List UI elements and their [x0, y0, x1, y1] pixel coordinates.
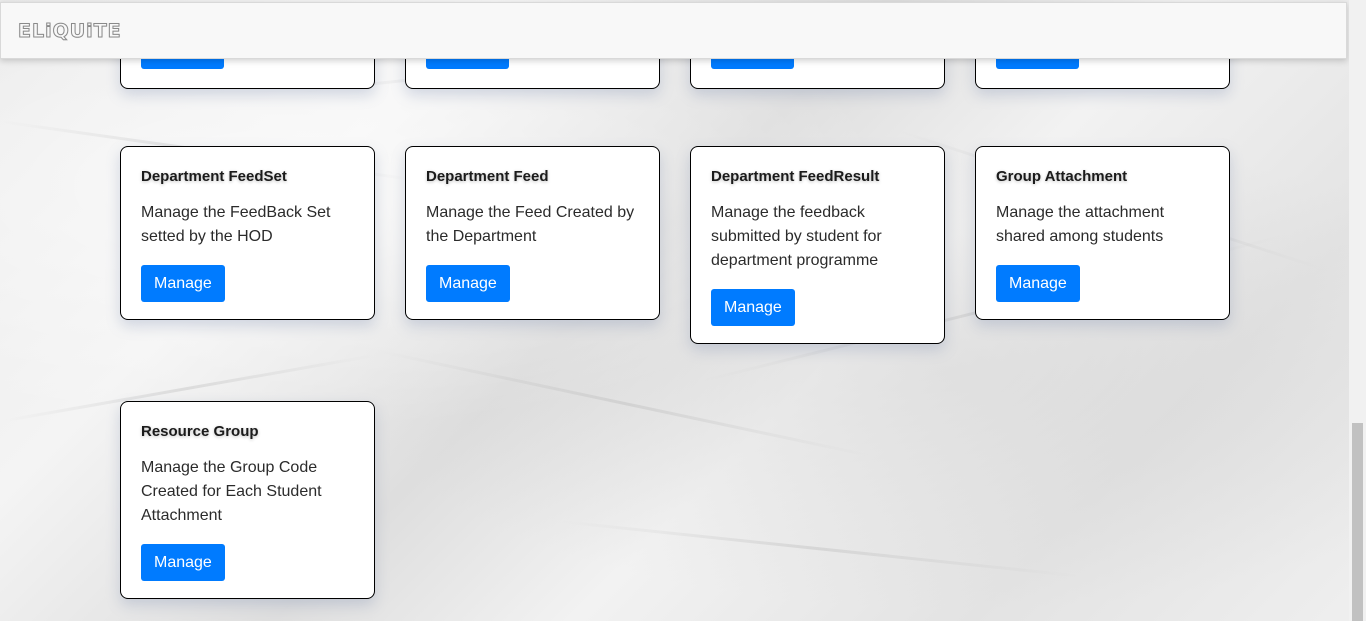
manage-button[interactable]: Manage: [141, 544, 225, 581]
card-description: Manage the FeedBack Set setted by the HO…: [141, 204, 331, 245]
card-description: Manage the Feed Created by the Departmen…: [426, 204, 635, 245]
card-resource-group: Resource Group Manage the Group Code Cre…: [120, 401, 375, 599]
card-title: Resource Group: [141, 423, 259, 440]
top-navbar: ELiQUiTE: [0, 2, 1347, 59]
card-title: Department FeedResult: [711, 168, 880, 185]
manage-button[interactable]: Manage: [141, 265, 225, 302]
scrollbar-thumb[interactable]: [1352, 423, 1363, 621]
manage-button[interactable]: Manage: [426, 265, 510, 302]
card-description: Manage the attachment shared among stude…: [996, 204, 1165, 245]
card-description: Manage the feedback submitted by student…: [711, 204, 882, 269]
card-department-feed: Department Feed Manage the Feed Created …: [405, 146, 660, 320]
card-group-attachment: Group Attachment Manage the attachment s…: [975, 146, 1230, 320]
card-title: Department Feed: [426, 168, 549, 185]
vertical-scrollbar[interactable]: [1349, 0, 1366, 621]
card-department-feedset: Department FeedSet Manage the FeedBack S…: [120, 146, 375, 320]
manage-button[interactable]: Manage: [996, 265, 1080, 302]
card-title: Department FeedSet: [141, 168, 287, 185]
card-description: Manage the Group Code Created for Each S…: [141, 459, 322, 524]
brand-logo[interactable]: ELiQUiTE: [18, 20, 122, 43]
card-department-feedresult: Department FeedResult Manage the feedbac…: [690, 146, 945, 344]
card-title: Group Attachment: [996, 168, 1128, 185]
manage-button[interactable]: Manage: [711, 289, 795, 326]
